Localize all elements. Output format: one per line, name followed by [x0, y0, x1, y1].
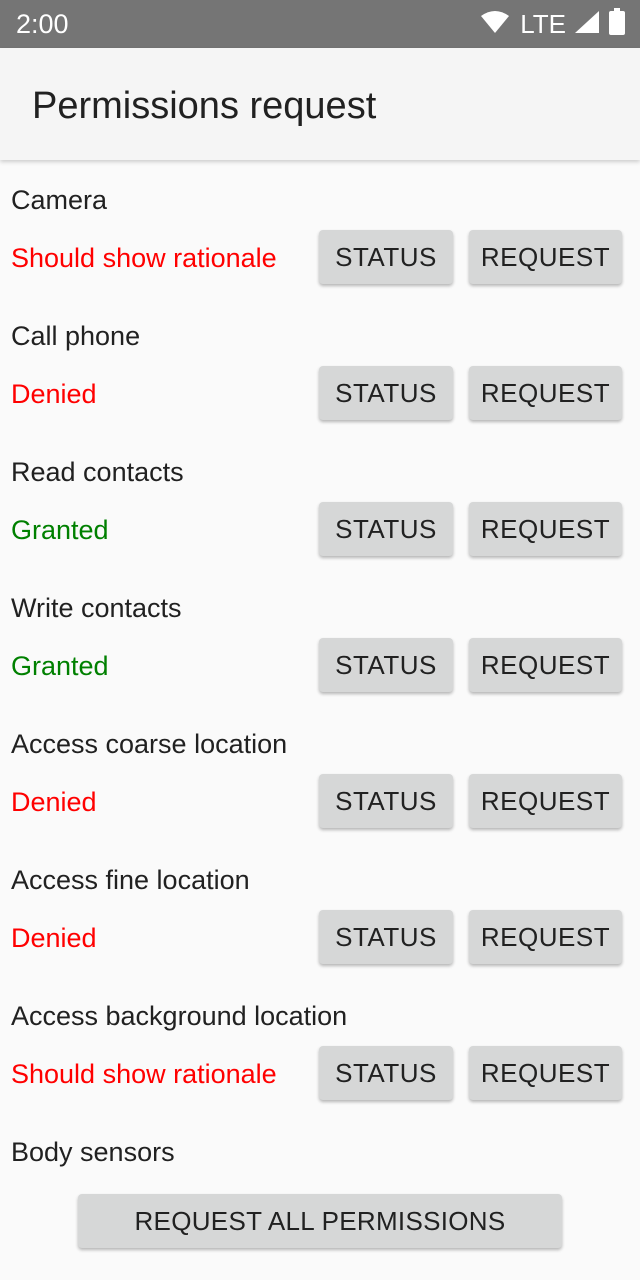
permission-status: Granted — [11, 651, 109, 681]
request-all-permissions-button[interactable]: REQUEST ALL PERMISSIONS — [78, 1194, 562, 1248]
request-button[interactable]: REQUEST — [469, 230, 622, 284]
permission-row-read-contacts: Read contacts Granted STATUS REQUEST — [0, 432, 640, 568]
status-time: 2:00 — [16, 9, 69, 39]
permission-status: Denied — [11, 787, 97, 817]
status-button[interactable]: STATUS — [319, 366, 453, 420]
app-bar: Permissions request — [0, 48, 640, 160]
permission-name: Access coarse location — [11, 729, 288, 759]
permission-name: Body sensors — [11, 1137, 175, 1167]
request-button[interactable]: REQUEST — [469, 502, 622, 556]
status-button[interactable]: STATUS — [319, 774, 453, 828]
battery-icon — [608, 7, 626, 41]
permission-name: Camera — [11, 185, 108, 215]
permission-row-access-background-location: Access background location Should show r… — [0, 976, 640, 1112]
permission-status: Should show rationale — [11, 243, 277, 273]
request-button[interactable]: REQUEST — [469, 638, 622, 692]
permission-row-call-phone: Call phone Denied STATUS REQUEST — [0, 296, 640, 432]
status-bar: 2:00 LTE — [0, 0, 640, 48]
permission-status: Denied — [11, 379, 97, 409]
permission-row-access-coarse-location: Access coarse location Denied STATUS REQ… — [0, 704, 640, 840]
permission-name: Call phone — [11, 321, 141, 351]
signal-icon — [574, 10, 600, 39]
permission-name: Write contacts — [11, 593, 182, 623]
permission-name: Access fine location — [11, 865, 250, 895]
request-button[interactable]: REQUEST — [469, 774, 622, 828]
status-button[interactable]: STATUS — [319, 1046, 453, 1100]
permission-status: Granted — [11, 515, 109, 545]
status-button[interactable]: STATUS — [319, 638, 453, 692]
page-title: Permissions request — [32, 85, 377, 127]
request-button[interactable]: REQUEST — [469, 366, 622, 420]
permission-row-access-fine-location: Access fine location Denied STATUS REQUE… — [0, 840, 640, 976]
permission-status: Should show rationale — [11, 1059, 277, 1089]
status-icons: LTE — [480, 0, 626, 48]
permission-name: Access background location — [11, 1001, 348, 1031]
permission-status: Denied — [11, 923, 97, 953]
permission-row-camera: Camera Should show rationale STATUS REQU… — [0, 160, 640, 296]
status-button[interactable]: STATUS — [319, 910, 453, 964]
request-button[interactable]: REQUEST — [469, 910, 622, 964]
permission-row-write-contacts: Write contacts Granted STATUS REQUEST — [0, 568, 640, 704]
wifi-icon — [480, 10, 510, 39]
permission-name: Read contacts — [11, 457, 184, 487]
status-button[interactable]: STATUS — [319, 502, 453, 556]
network-type-label: LTE — [520, 9, 566, 39]
status-button[interactable]: STATUS — [319, 230, 453, 284]
request-button[interactable]: REQUEST — [469, 1046, 622, 1100]
